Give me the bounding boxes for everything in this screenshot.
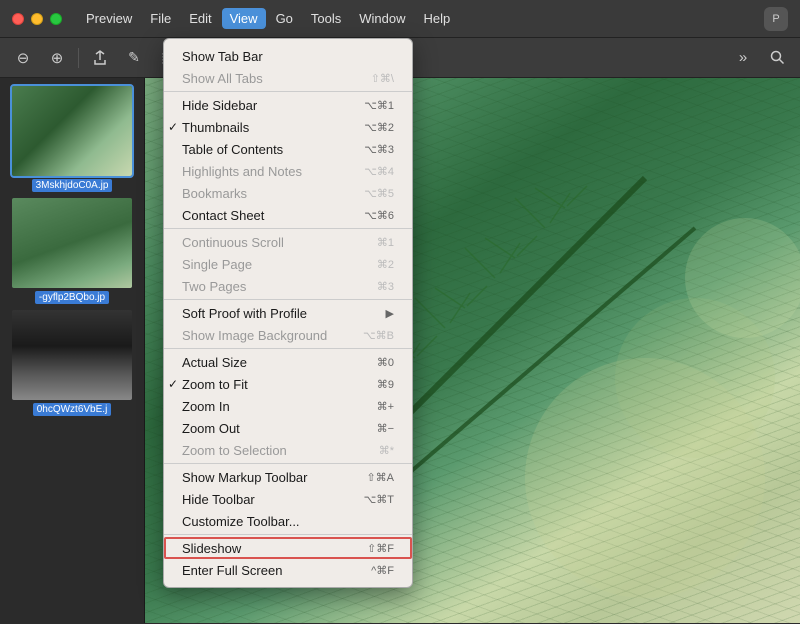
menu-section-sidebar: Hide Sidebar ⌥⌘1 Thumbnails ⌥⌘2 Table of… — [164, 92, 412, 229]
menu-two-pages: Two Pages ⌘3 — [164, 275, 412, 297]
menu-show-markup-toolbar[interactable]: Show Markup Toolbar ⇧⌘A — [164, 466, 412, 488]
menu-section-tabbar: Show Tab Bar Show All Tabs ⇧⌘\ — [164, 43, 412, 92]
menu-section-proofing: Soft Proof with Profile ▶ Show Image Bac… — [164, 300, 412, 349]
menu-single-page: Single Page ⌘2 — [164, 253, 412, 275]
menu-zoom-to-selection: Zoom to Selection ⌘* — [164, 439, 412, 461]
menu-show-image-bg: Show Image Background ⌥⌘B — [164, 324, 412, 346]
menu-enter-full-screen[interactable]: Enter Full Screen ^⌘F — [164, 559, 412, 581]
menu-section-layout: Continuous Scroll ⌘1 Single Page ⌘2 Two … — [164, 229, 412, 300]
menu-bookmarks: Bookmarks ⌥⌘5 — [164, 182, 412, 204]
menu-hide-sidebar[interactable]: Hide Sidebar ⌥⌘1 — [164, 94, 412, 116]
menu-contact-sheet[interactable]: Contact Sheet ⌥⌘6 — [164, 204, 412, 226]
menu-show-all-tabs: Show All Tabs ⇧⌘\ — [164, 67, 412, 89]
menu-soft-proof[interactable]: Soft Proof with Profile ▶ — [164, 302, 412, 324]
menu-zoom-in[interactable]: Zoom In ⌘+ — [164, 395, 412, 417]
menu-section-screen: Slideshow ⇧⌘F Enter Full Screen ^⌘F — [164, 535, 412, 583]
menu-table-of-contents[interactable]: Table of Contents ⌥⌘3 — [164, 138, 412, 160]
menu-slideshow[interactable]: Slideshow ⇧⌘F — [164, 537, 412, 559]
menu-highlights-notes: Highlights and Notes ⌥⌘4 — [164, 160, 412, 182]
menu-customize-toolbar[interactable]: Customize Toolbar... — [164, 510, 412, 532]
menu-hide-toolbar[interactable]: Hide Toolbar ⌥⌘T — [164, 488, 412, 510]
menu-zoom-to-fit[interactable]: Zoom to Fit ⌘9 — [164, 373, 412, 395]
menu-actual-size[interactable]: Actual Size ⌘0 — [164, 351, 412, 373]
menu-section-zoom: Actual Size ⌘0 Zoom to Fit ⌘9 Zoom In ⌘+… — [164, 349, 412, 464]
menu-continuous-scroll: Continuous Scroll ⌘1 — [164, 231, 412, 253]
menu-show-tab-bar[interactable]: Show Tab Bar — [164, 45, 412, 67]
menu-thumbnails[interactable]: Thumbnails ⌥⌘2 — [164, 116, 412, 138]
view-dropdown-menu: Show Tab Bar Show All Tabs ⇧⌘\ Hide Side… — [163, 38, 413, 588]
menu-section-toolbar: Show Markup Toolbar ⇧⌘A Hide Toolbar ⌥⌘T… — [164, 464, 412, 535]
dropdown-overlay: Show Tab Bar Show All Tabs ⇧⌘\ Hide Side… — [0, 0, 800, 624]
menu-zoom-out[interactable]: Zoom Out ⌘− — [164, 417, 412, 439]
